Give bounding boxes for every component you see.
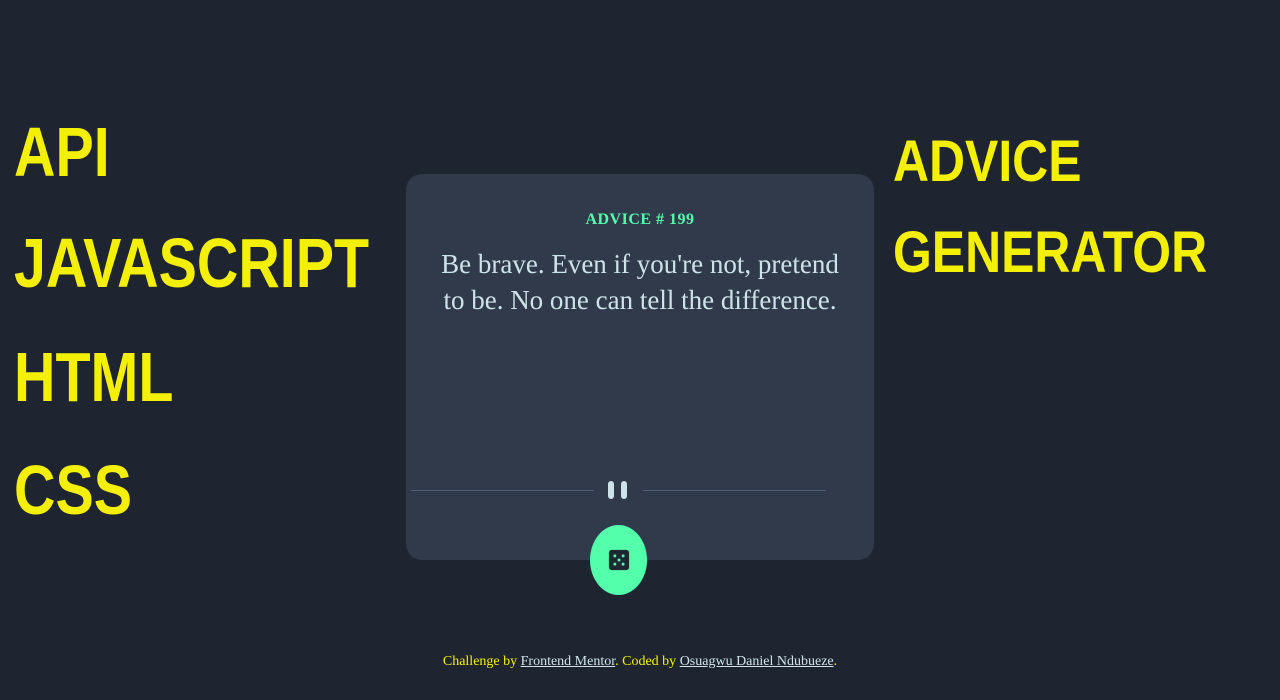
divider-line-left bbox=[411, 490, 594, 491]
pause-bar-left bbox=[608, 481, 614, 499]
author-link[interactable]: Osuagwu Daniel Ndubueze bbox=[680, 654, 834, 669]
footer-suffix: . bbox=[833, 654, 838, 669]
footer-middle: . Coded by bbox=[615, 654, 680, 669]
headline-line-2: GENERATOR bbox=[893, 220, 1208, 285]
dice-button[interactable] bbox=[590, 525, 647, 595]
dice-icon bbox=[608, 549, 629, 571]
advice-quote: Be brave. Even if you're not, pretend to… bbox=[441, 249, 839, 315]
tech-label-html: HTML bbox=[14, 338, 174, 416]
pause-bar-right bbox=[621, 481, 627, 499]
attribution-footer: Challenge by Frontend Mentor. Coded by O… bbox=[0, 654, 1280, 670]
headline-line-1: ADVICE bbox=[893, 129, 1082, 194]
frontend-mentor-link[interactable]: Frontend Mentor bbox=[521, 654, 616, 669]
tech-label-api: API bbox=[14, 113, 110, 191]
divider-line-right bbox=[643, 490, 826, 491]
tech-label-css: CSS bbox=[14, 451, 133, 529]
tech-label-javascript: JAVASCRIPT bbox=[14, 224, 370, 302]
pause-icon bbox=[608, 481, 628, 499]
advice-card: ADVICE # 199 Be brave. Even if you're no… bbox=[406, 174, 874, 560]
footer-prefix: Challenge by bbox=[442, 654, 521, 669]
advice-id: ADVICE # 199 bbox=[585, 211, 695, 228]
